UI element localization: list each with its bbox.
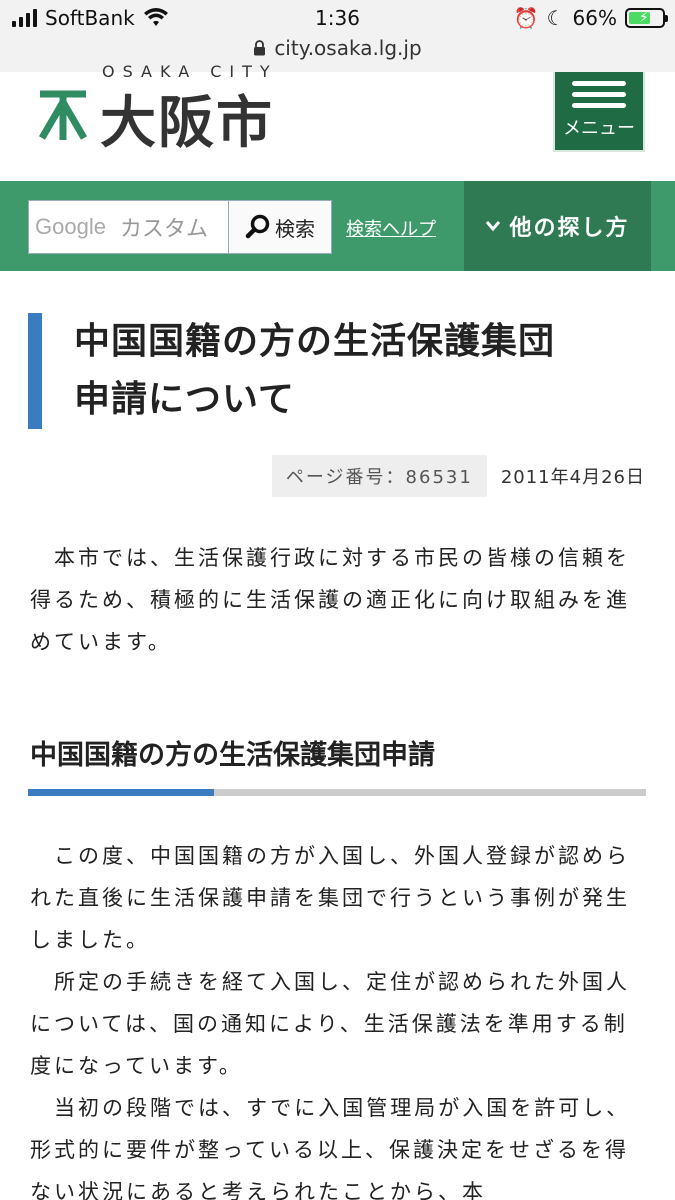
page-title: 中国国籍の方の生活保護集団 申請について — [74, 313, 628, 429]
article: 中国国籍の方の生活保護集団 申請について ページ番号：86531 2011年4月… — [0, 271, 675, 1200]
other-ways-label: 他の探し方 — [509, 216, 630, 241]
page-title-block: 中国国籍の方の生活保護集団 申請について — [28, 313, 628, 429]
search-input[interactable]: Google カスタム — [28, 200, 230, 254]
body-paragraph-1: この度、中国国籍の方が入国し、外国人登録が認められた直後に生活保護申請を集団で行… — [30, 844, 630, 952]
alarm-icon: ⏰ — [513, 6, 539, 30]
menu-label: メニュー — [563, 118, 635, 139]
page-title-line-2: 申請について — [74, 379, 295, 420]
search-bar: Google カスタム 検索 検索ヘルプ 他の探し方 — [0, 181, 675, 271]
url-text: city.osaka.lg.jp — [274, 36, 422, 60]
search-button-label: 検索 — [275, 216, 315, 241]
miotsukushi-emblem-icon — [38, 90, 88, 140]
section-heading: 中国国籍の方の生活保護集団申請 — [30, 740, 435, 771]
site-header: OSAKA CITY 大阪市 メニュー — [0, 62, 675, 180]
body-paragraph-3: 当初の段階では、すでに入国管理局が入国を許可し、形式的に要件が整っている以上、保… — [30, 1096, 631, 1200]
heading-underline-accent — [28, 789, 214, 796]
page-title-line-1: 中国国籍の方の生活保護集団 — [74, 321, 556, 362]
page-meta: ページ番号：86531 2011年4月26日 — [271, 455, 645, 497]
search-placeholder: カスタム — [119, 217, 208, 242]
body-paragraph-2: 所定の手続きを経て入国し、定住が認められた外国人については、国の通知により、生活… — [30, 970, 630, 1078]
search-icon — [245, 214, 270, 239]
hamburger-icon — [572, 81, 626, 108]
status-right: ⏰ ☾ 66% ⚡ — [513, 6, 668, 30]
chevron-down-icon — [486, 221, 501, 232]
battery-icon: ⚡ — [625, 8, 668, 28]
search-help-link[interactable]: 検索ヘルプ — [346, 215, 436, 241]
battery-percent: 66% — [572, 6, 617, 30]
menu-button[interactable]: メニュー — [553, 72, 645, 152]
address-bar[interactable]: city.osaka.lg.jp — [0, 36, 675, 60]
search-button[interactable]: 検索 — [228, 200, 332, 254]
osaka-city-logo[interactable]: OSAKA CITY 大阪市 — [36, 62, 316, 162]
logo-text: 大阪市 — [100, 91, 274, 156]
lock-icon — [254, 40, 266, 56]
publish-date: 2011年4月26日 — [500, 467, 645, 488]
intro-paragraph: 本市では、生活保護行政に対する市民の皆様の信頼を得るため、積極的に生活保護の適正… — [30, 546, 630, 654]
other-ways-button[interactable]: 他の探し方 — [464, 181, 651, 271]
page-number: ページ番号：86531 — [271, 455, 487, 497]
moon-icon: ☾ — [546, 6, 565, 30]
google-logo: Google — [35, 214, 106, 239]
section-body: この度、中国国籍の方が入国し、外国人登録が認められた直後に生活保護申請を集団で行… — [30, 835, 642, 1200]
